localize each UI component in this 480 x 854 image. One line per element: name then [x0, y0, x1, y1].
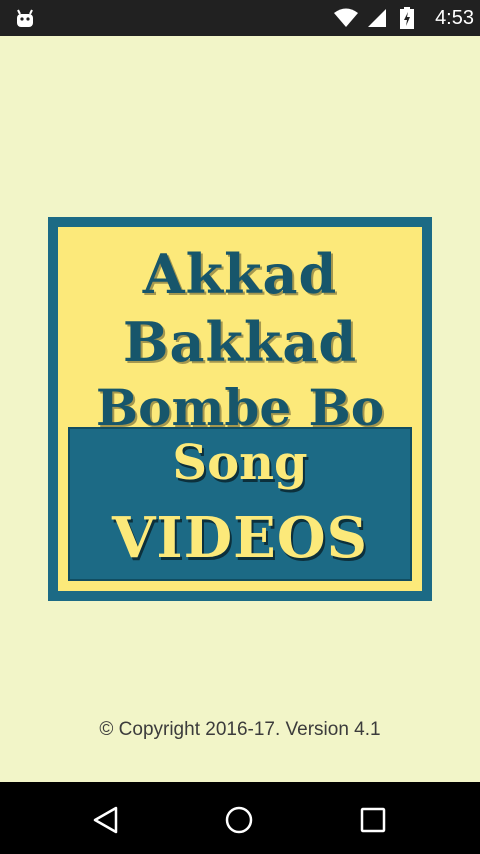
recents-icon — [360, 807, 386, 833]
logo-title-line-2: Bakkad — [122, 310, 358, 374]
signal-icon — [367, 8, 387, 32]
home-icon — [225, 806, 253, 834]
logo-inner: Akkad Bakkad Bombe Bo Song VIDEOS — [58, 227, 422, 591]
splash-screen: Akkad Bakkad Bombe Bo Song VIDEOS © Copy… — [0, 36, 480, 782]
logo-subtitle-line-1: Song — [172, 435, 308, 491]
logo-title-line-1: Akkad — [142, 242, 338, 306]
recents-button[interactable] — [353, 802, 393, 838]
navigation-bar — [0, 782, 480, 854]
back-button[interactable] — [86, 802, 126, 838]
logo-subtitle-line-2: VIDEOS — [111, 505, 369, 571]
battery-icon — [400, 7, 414, 33]
wifi-icon — [333, 8, 359, 32]
status-bar: 4:53 — [0, 0, 480, 36]
app-logo: Akkad Bakkad Bombe Bo Song VIDEOS — [48, 217, 432, 601]
android-icon — [14, 7, 36, 33]
logo-subtitle-box: Song VIDEOS — [68, 427, 412, 581]
back-icon — [93, 806, 118, 834]
home-button[interactable] — [219, 802, 259, 838]
status-time: 4:53 — [435, 7, 474, 29]
copyright-text: © Copyright 2016-17. Version 4.1 — [99, 719, 381, 740]
